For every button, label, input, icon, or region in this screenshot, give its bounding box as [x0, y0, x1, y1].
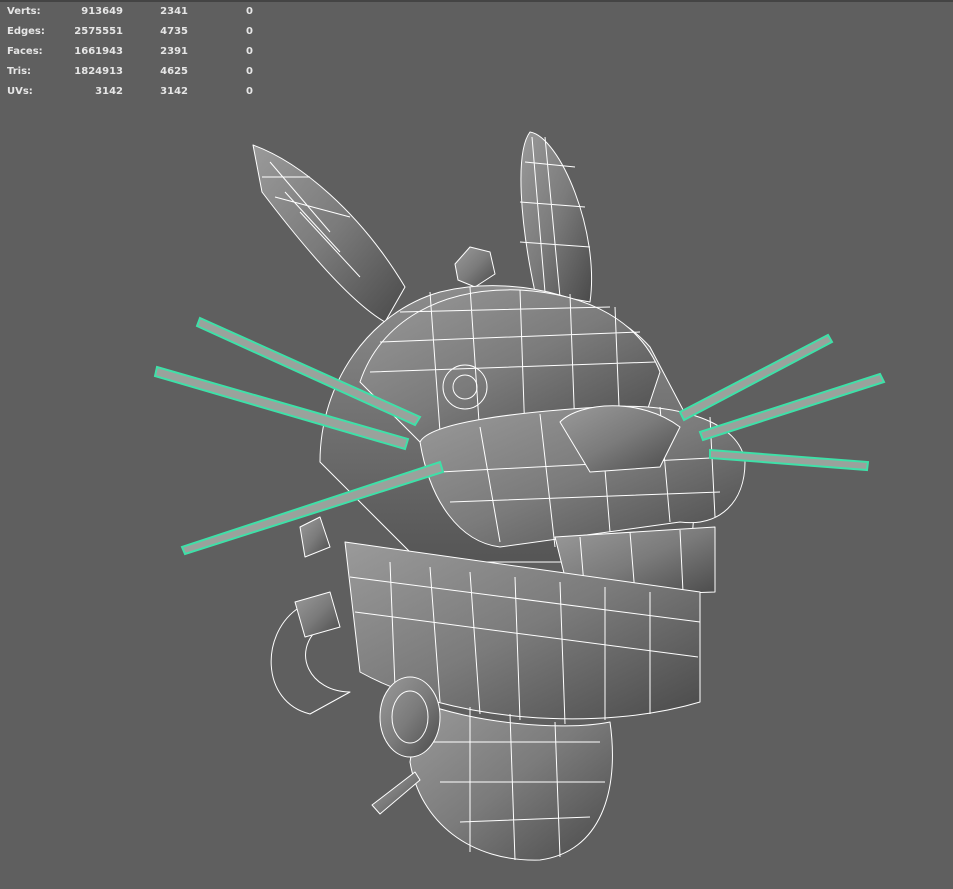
jaw	[409, 701, 613, 861]
left-ear	[252, 144, 406, 323]
wireframe-helmet-model[interactable]	[0, 2, 953, 889]
right-ear	[520, 131, 592, 303]
3d-viewport[interactable]: Verts: 913649 2341 0 Edges: 2575551 4735…	[0, 0, 953, 889]
side-knob	[299, 516, 331, 558]
top-knob	[454, 246, 496, 288]
side-cylinder	[294, 591, 341, 638]
lower-antenna	[371, 771, 421, 815]
whisker-right-2	[698, 372, 886, 442]
whisker-right-1	[678, 333, 834, 422]
ear-canister	[379, 676, 441, 758]
